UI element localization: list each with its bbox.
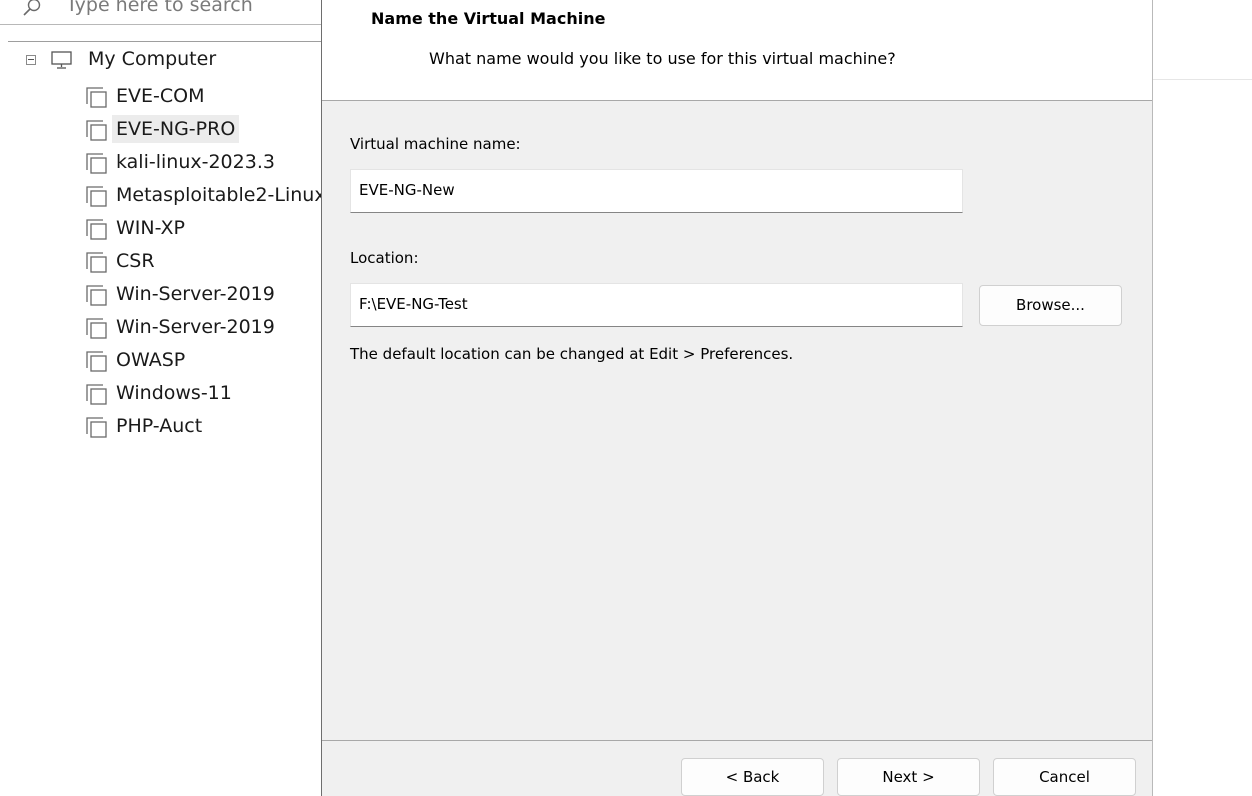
computer-icon [51, 51, 72, 69]
vm-label: Metasploitable2-Linux [116, 184, 322, 206]
vm-icon [86, 186, 108, 208]
dialog-subtitle: What name would you like to use for this… [429, 49, 896, 68]
vm-label: CSR [116, 250, 155, 272]
vm-label: Windows-11 [116, 382, 232, 404]
library-search[interactable]: Type here to search [0, 0, 322, 25]
vm-icon [86, 285, 108, 307]
background-divider [1153, 79, 1252, 80]
vm-name-field[interactable]: EVE-NG-New [350, 169, 963, 213]
sidebar-vm-item[interactable]: Windows-11 [0, 377, 322, 410]
browse-button[interactable]: Browse... [979, 285, 1122, 326]
sidebar-vm-item[interactable]: Metasploitable2-Linux [0, 179, 322, 212]
vm-label: PHP-Auct [116, 415, 203, 437]
location-hint: The default location can be changed at E… [350, 345, 794, 363]
dialog-header: Name the Virtual Machine What name would… [322, 0, 1152, 101]
sidebar-vm-item[interactable]: Win-Server-2019 [0, 311, 322, 344]
new-vm-wizard-dialog: Name the Virtual Machine What name would… [321, 0, 1153, 796]
back-button[interactable]: < Back [681, 758, 824, 796]
vm-label: Win-Server-2019 [116, 316, 275, 338]
footer-divider [322, 740, 1152, 741]
location-field[interactable]: F:\EVE-NG-Test [350, 283, 963, 327]
tree-root-my-computer[interactable]: My Computer [0, 44, 322, 77]
search-icon [23, 0, 41, 16]
vm-icon [86, 120, 108, 142]
search-input[interactable]: Type here to search [66, 0, 253, 16]
vm-label: EVE-NG-PRO [112, 115, 240, 143]
vm-icon [86, 153, 108, 175]
sidebar-vm-item[interactable]: Win-Server-2019 [0, 278, 322, 311]
vm-label: EVE-COM [116, 85, 205, 107]
vm-label: Win-Server-2019 [116, 283, 275, 305]
vm-icon [86, 252, 108, 274]
screen: Type here to search My Computer EVE-COM E… [0, 0, 1252, 796]
sidebar-vm-item[interactable]: OWASP [0, 344, 322, 377]
vm-icon [86, 87, 108, 109]
sidebar-vm-item[interactable]: EVE-NG-PRO [0, 113, 322, 146]
vm-label: WIN-XP [116, 217, 185, 239]
vm-list: EVE-COM EVE-NG-PRO kali-linux-2023.3 Metasp… [0, 80, 322, 443]
vm-label: OWASP [116, 349, 186, 371]
library-sidebar: Type here to search My Computer EVE-COM E… [0, 0, 322, 796]
vm-name-label: Virtual machine name: [350, 135, 521, 153]
sidebar-divider [8, 41, 322, 42]
vm-label: kali-linux-2023.3 [116, 151, 275, 173]
vm-icon [86, 219, 108, 241]
vm-icon [86, 384, 108, 406]
cancel-button[interactable]: Cancel [993, 758, 1136, 796]
sidebar-vm-item[interactable]: EVE-COM [0, 80, 322, 113]
collapse-icon[interactable] [26, 55, 36, 65]
sidebar-vm-item[interactable]: PHP-Auct [0, 410, 322, 443]
vm-icon [86, 417, 108, 439]
sidebar-vm-item[interactable]: WIN-XP [0, 212, 322, 245]
sidebar-vm-item[interactable]: kali-linux-2023.3 [0, 146, 322, 179]
location-label: Location: [350, 249, 419, 267]
vm-icon [86, 318, 108, 340]
sidebar-vm-item[interactable]: CSR [0, 245, 322, 278]
tree-root-label: My Computer [88, 48, 217, 70]
vm-icon [86, 351, 108, 373]
next-button[interactable]: Next > [837, 758, 980, 796]
dialog-title: Name the Virtual Machine [371, 9, 606, 28]
